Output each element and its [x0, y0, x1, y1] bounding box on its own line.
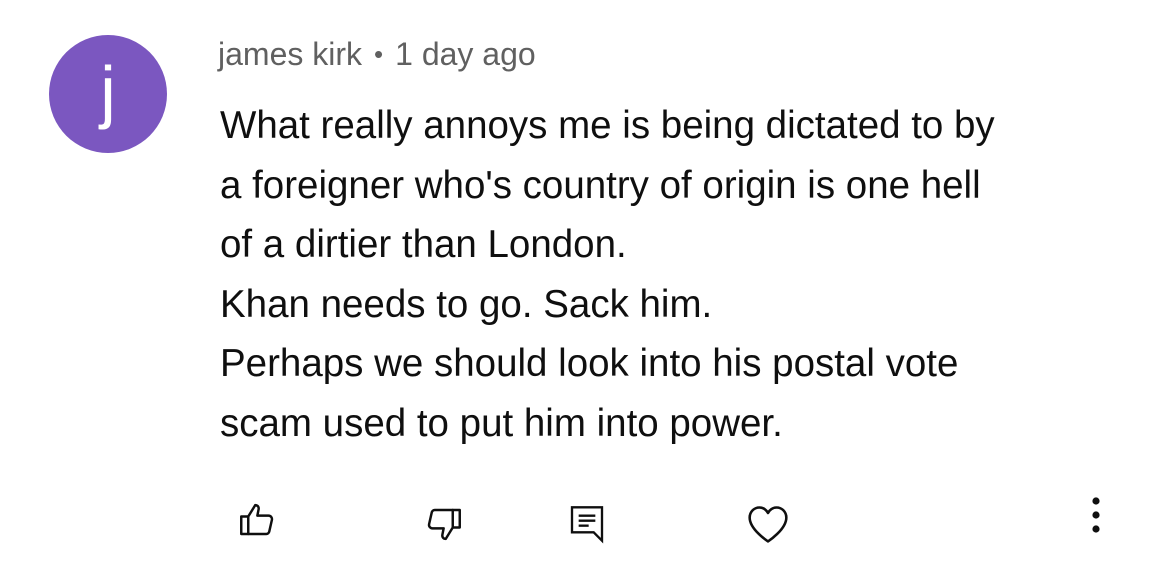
dislike-button[interactable]: [414, 494, 474, 554]
like-button[interactable]: [227, 490, 287, 550]
comment-line: What really annoys me is being dictated …: [220, 104, 995, 147]
avatar[interactable]: j: [49, 35, 167, 153]
comment-line: Khan needs to go. Sack him.: [220, 282, 713, 326]
comment-line: scam used to put him into power.: [220, 401, 783, 445]
heart-icon: [748, 506, 788, 543]
reply-icon: [570, 506, 604, 544]
more-vertical-icon: [1092, 497, 1100, 533]
thumbs-down-icon: [427, 508, 461, 541]
author-name[interactable]: james kirk: [218, 36, 362, 72]
thumbs-up-icon: [240, 503, 274, 536]
comment-line: a foreigner who's country of origin is o…: [220, 163, 981, 207]
comment-text: What really annoys me is being dictated …: [220, 96, 1140, 453]
avatar-letter: j: [100, 52, 116, 130]
meta-separator: •: [374, 39, 384, 69]
reply-button[interactable]: [557, 494, 617, 554]
comment-meta: james kirk • 1 day ago: [218, 32, 536, 76]
comment-actions: [0, 490, 1170, 560]
comment-card: j james kirk • 1 day ago What really annoy…: [0, 0, 1170, 585]
more-options-button[interactable]: [1066, 485, 1126, 545]
heart-button[interactable]: [738, 494, 798, 554]
timestamp[interactable]: 1 day ago: [395, 36, 536, 72]
comment-line: of a dirtier than London.: [220, 223, 627, 266]
comment-line: Perhaps we should look into his postal v…: [220, 342, 959, 385]
